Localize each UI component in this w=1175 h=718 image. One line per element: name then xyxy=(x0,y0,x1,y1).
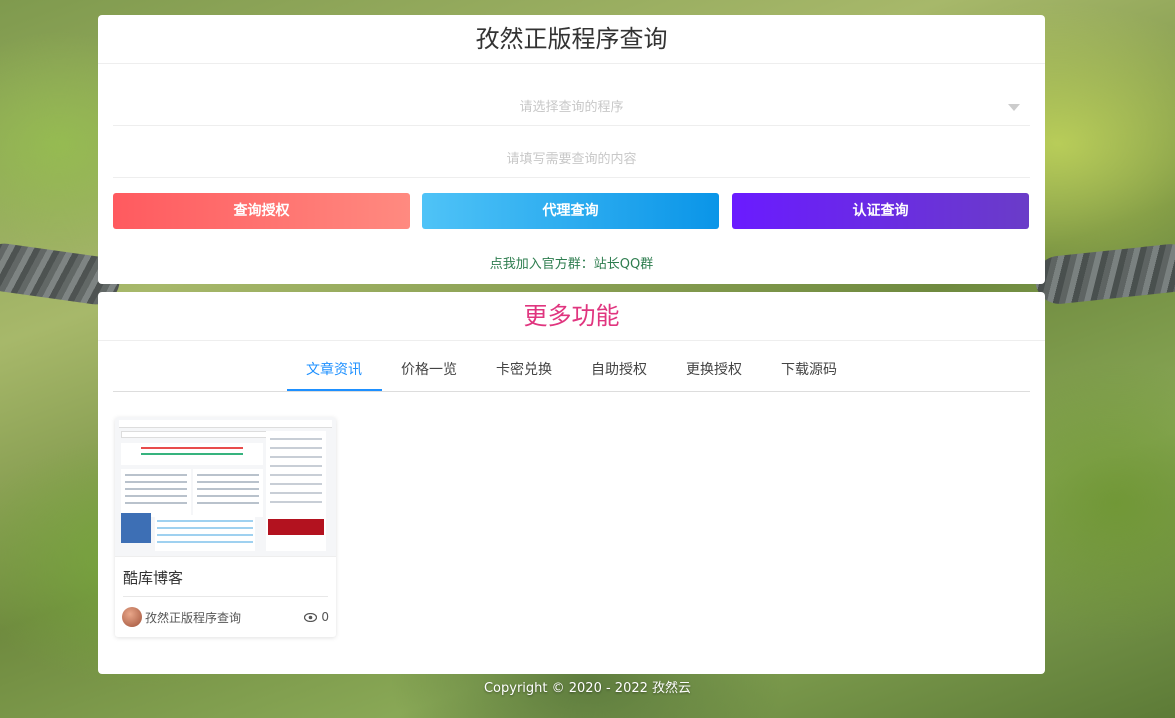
query-card: 孜然正版程序查询 请选择查询的程序 查询授权 代理查询 认证查询 点我加入官方群… xyxy=(98,15,1045,284)
avatar xyxy=(122,607,142,627)
article-thumbnail xyxy=(115,417,336,557)
article-meta: 孜然正版程序查询 0 xyxy=(122,607,329,627)
query-auth-button[interactable]: 查询授权 xyxy=(113,193,410,229)
tab-download-source[interactable]: 下载源码 xyxy=(762,355,857,391)
more-features-card: 更多功能 文章资讯 价格一览 卡密兑换 自助授权 更换授权 下载源码 酷库博客 … xyxy=(98,292,1045,674)
article-view-count: 0 xyxy=(321,610,329,624)
caret-down-icon xyxy=(1008,104,1020,111)
tab-prices[interactable]: 价格一览 xyxy=(382,355,477,391)
tab-card-redeem[interactable]: 卡密兑换 xyxy=(477,355,572,391)
tab-articles[interactable]: 文章资讯 xyxy=(286,355,382,391)
feature-tabs: 文章资讯 价格一览 卡密兑换 自助授权 更换授权 下载源码 xyxy=(113,355,1030,392)
tab-change-auth[interactable]: 更换授权 xyxy=(667,355,762,391)
eye-icon xyxy=(304,612,318,622)
article-title[interactable]: 酷库博客 xyxy=(123,567,328,597)
background-branch-right xyxy=(1032,241,1175,307)
article-author: 孜然正版程序查询 xyxy=(145,610,242,625)
query-content-input[interactable] xyxy=(113,142,1030,178)
footer-copyright: Copyright © 2020 - 2022 孜然云 xyxy=(483,681,692,696)
article-card[interactable]: 酷库博客 孜然正版程序查询 0 xyxy=(115,417,336,637)
agent-query-button[interactable]: 代理查询 xyxy=(422,193,719,229)
more-features-title: 更多功能 xyxy=(98,292,1045,341)
query-card-title: 孜然正版程序查询 xyxy=(98,15,1045,64)
article-views: 0 xyxy=(304,610,329,624)
program-select[interactable]: 请选择查询的程序 xyxy=(113,90,1030,126)
cert-query-button[interactable]: 认证查询 xyxy=(732,193,1029,229)
join-group-link[interactable]: 点我加入官方群：站长QQ群 xyxy=(98,253,1045,272)
tab-self-auth[interactable]: 自助授权 xyxy=(572,355,667,391)
program-select-placeholder: 请选择查询的程序 xyxy=(519,100,624,115)
